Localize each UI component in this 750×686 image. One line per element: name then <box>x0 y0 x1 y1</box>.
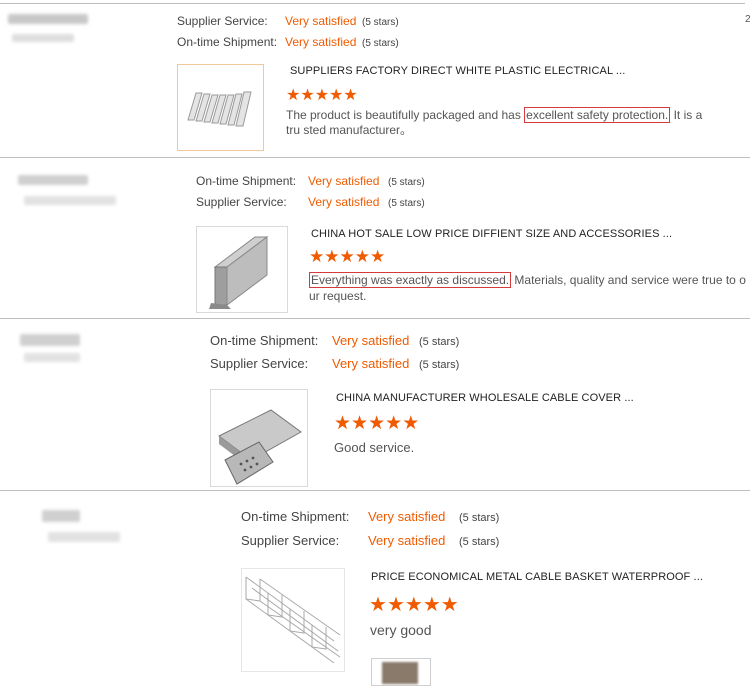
rating-stars-text: (5 stars) <box>362 38 399 49</box>
star-rating: ★ ★ ★ ★ ★ <box>334 412 419 435</box>
star-icon: ★ <box>386 594 405 616</box>
product-thumbnail[interactable] <box>177 64 264 151</box>
star-icon: ★ <box>369 594 387 616</box>
reviewer-country-blurred <box>48 532 120 542</box>
review-photo-thumbnail[interactable] <box>371 658 431 686</box>
rating-row: Supplier Service: Very satisfied (5 stars) <box>241 533 499 548</box>
rating-stars-text: (5 stars) <box>362 17 399 28</box>
product-thumbnail[interactable] <box>210 389 308 487</box>
rating-stars-text: (5 stars) <box>419 336 460 348</box>
rating-label: Supplier Service: <box>196 195 287 209</box>
plastic-trunking-image <box>187 91 252 127</box>
rating-value: Very satisfied <box>368 533 446 548</box>
star-icon: ★ <box>385 413 403 434</box>
star-rating: ★ ★ ★ ★ ★ <box>369 592 459 617</box>
rating-row: Supplier Service: Very satisfied (5 stars) <box>210 356 459 371</box>
rating-row: On-time Shipment: Very satisfied (5 stars) <box>210 333 459 348</box>
star-icon: ★ <box>324 247 340 266</box>
review-text: very good <box>370 621 670 639</box>
rating-row: On-time Shipment: Very satisfied (5 stars) <box>196 174 425 188</box>
product-title[interactable]: PRICE ECONOMICAL METAL CABLE BASKET WATE… <box>371 571 703 583</box>
star-icon: ★ <box>300 87 315 104</box>
star-rating: ★ ★ ★ ★ ★ <box>309 247 385 267</box>
rating-label: Supplier Service: <box>210 356 309 371</box>
product-title[interactable]: CHINA MANUFACTURER WHOLESALE CABLE COVER… <box>336 392 634 404</box>
star-icon: ★ <box>286 87 301 104</box>
star-icon: ★ <box>314 87 330 104</box>
star-icon: ★ <box>370 247 386 266</box>
review-text-part: Good service. <box>334 440 415 455</box>
metal-duct-image <box>209 236 269 309</box>
review-divider <box>0 157 750 158</box>
star-icon: ★ <box>368 413 386 434</box>
rating-label: Supplier Service: <box>177 14 268 28</box>
cable-tray-cover-image <box>218 409 302 485</box>
rating-stars-text: (5 stars) <box>459 512 500 524</box>
rating-value: Very satisfied <box>308 195 380 209</box>
rating-stars-text: (5 stars) <box>388 198 425 209</box>
product-thumbnail[interactable] <box>241 568 345 672</box>
rating-row: Supplier Service: Very satisfied (5 stars) <box>177 14 399 28</box>
reviewer-country-blurred <box>24 353 80 362</box>
rating-label: On-time Shipment: <box>196 174 297 188</box>
star-icon: ★ <box>402 413 420 434</box>
rating-row: On-time Shipment: Very satisfied (5 stars) <box>177 35 399 49</box>
rating-stars-text: (5 stars) <box>459 536 500 548</box>
rating-value: Very satisfied <box>368 509 446 524</box>
star-icon: ★ <box>309 247 325 266</box>
star-icon: ★ <box>354 247 370 266</box>
review-divider <box>0 3 745 4</box>
rating-value: Very satisfied <box>285 14 357 28</box>
review-text: The product is beautifully packaged and … <box>286 107 716 138</box>
review-text-part: The product is beautifully packaged and … <box>286 108 525 122</box>
review-text-part: very good <box>370 622 432 638</box>
wire-mesh-basket-image <box>245 576 341 664</box>
review-text: Everything was exactly as discussed. Mat… <box>309 272 749 304</box>
rating-value: Very satisfied <box>285 35 357 49</box>
review-text: Good service. <box>334 439 734 456</box>
rating-label: On-time Shipment: <box>210 333 319 348</box>
reviewer-country-blurred <box>24 196 116 205</box>
product-thumbnail[interactable] <box>196 226 288 313</box>
rating-stars-text: (5 stars) <box>388 177 425 188</box>
reviewer-name-blurred <box>18 175 88 185</box>
reviewer-name-blurred <box>20 334 80 346</box>
reviewer-name-blurred <box>42 510 80 522</box>
star-icon: ★ <box>351 413 369 434</box>
review-divider <box>0 318 750 319</box>
edge-char: 2 <box>745 14 750 25</box>
star-icon: ★ <box>404 594 423 616</box>
star-icon: ★ <box>334 413 352 434</box>
star-icon: ★ <box>339 247 355 266</box>
review-text-highlight: Everything was exactly as discussed. <box>309 272 512 288</box>
product-title[interactable]: SUPPLIERS FACTORY DIRECT WHITE PLASTIC E… <box>290 65 625 77</box>
review-text-highlight: excellent safety protection. <box>524 107 671 123</box>
star-icon: ★ <box>440 594 459 616</box>
reviewer-country-blurred <box>12 34 74 42</box>
review-photo-image <box>382 662 418 684</box>
rating-stars-text: (5 stars) <box>419 359 460 371</box>
star-rating: ★ ★ ★ ★ ★ <box>286 85 358 105</box>
star-icon: ★ <box>422 594 441 616</box>
star-icon: ★ <box>329 87 344 104</box>
rating-value: Very satisfied <box>308 174 380 188</box>
rating-label: On-time Shipment: <box>241 509 350 524</box>
rating-row: Supplier Service: Very satisfied (5 stars) <box>196 195 425 209</box>
rating-value: Very satisfied <box>332 356 410 371</box>
star-icon: ★ <box>343 87 358 104</box>
review-divider <box>0 490 750 491</box>
rating-label: Supplier Service: <box>241 533 340 548</box>
rating-value: Very satisfied <box>332 333 410 348</box>
product-title[interactable]: CHINA HOT SALE LOW PRICE DIFFIENT SIZE A… <box>311 228 672 240</box>
rating-label: On-time Shipment: <box>177 35 278 49</box>
rating-row: On-time Shipment: Very satisfied (5 stars) <box>241 509 499 524</box>
reviewer-name-blurred <box>8 14 88 24</box>
